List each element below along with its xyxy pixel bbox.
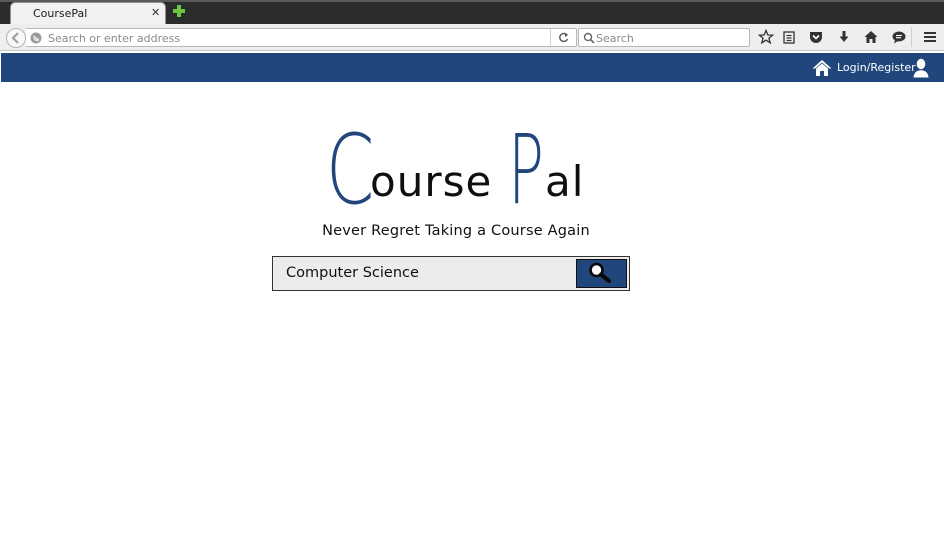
tagline: Never Regret Taking a Course Again: [322, 223, 590, 239]
address-bar[interactable]: [26, 28, 577, 47]
coursepal-logo: C ourse P al: [326, 122, 596, 218]
download-icon[interactable]: [836, 29, 852, 45]
logo-text-al: al: [545, 157, 585, 206]
login-register-link[interactable]: Login/Register: [837, 61, 916, 74]
globe-icon: [30, 32, 42, 44]
menu-icon[interactable]: [922, 29, 938, 45]
course-search-box: [272, 256, 630, 291]
chat-icon[interactable]: [891, 29, 907, 45]
tab-close-icon[interactable]: ✕: [151, 6, 160, 19]
reload-icon: [559, 32, 569, 43]
logo-letter-p: P: [508, 114, 544, 226]
search-icon: [583, 32, 595, 44]
logo-letter-c: C: [326, 114, 375, 226]
tab-strip: CoursePal ✕: [0, 0, 944, 24]
site-header: Login/Register: [1, 53, 944, 82]
user-icon[interactable]: [912, 58, 930, 78]
pocket-icon[interactable]: [808, 29, 824, 45]
home-icon[interactable]: [812, 59, 832, 77]
tab-coursepal[interactable]: CoursePal ✕: [10, 2, 166, 24]
search-button[interactable]: [576, 259, 627, 288]
course-search-input[interactable]: [286, 262, 576, 284]
new-tab-icon[interactable]: [171, 3, 187, 19]
address-input[interactable]: [48, 30, 538, 46]
logo-text-ourse: ourse: [370, 157, 493, 206]
back-arrow-icon: [11, 32, 19, 44]
navigation-toolbar: [0, 24, 944, 51]
back-button[interactable]: [6, 28, 26, 48]
home-icon[interactable]: [863, 29, 879, 45]
reload-button[interactable]: [550, 29, 576, 46]
reading-list-icon[interactable]: [781, 29, 797, 45]
toolbar-divider: [911, 27, 912, 47]
tab-title: CoursePal: [33, 7, 88, 20]
search-bar[interactable]: [578, 28, 750, 47]
browser-search-input[interactable]: [596, 30, 746, 46]
magnifier-icon: [589, 262, 612, 284]
star-icon[interactable]: [758, 29, 774, 45]
